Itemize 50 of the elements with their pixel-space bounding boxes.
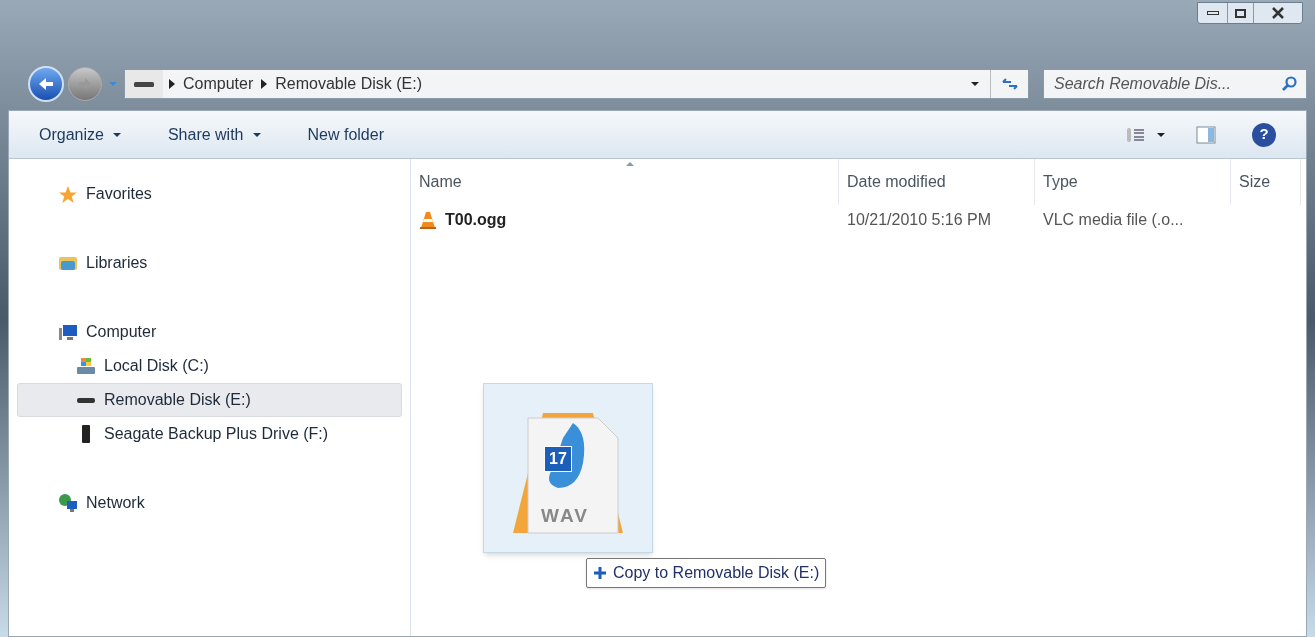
date-modified: 10/21/2010 5:16 PM (846, 210, 993, 230)
column-header[interactable]: Date modified (839, 159, 1035, 205)
column-header[interactable]: Size (1231, 159, 1301, 205)
drive-icon (133, 80, 155, 88)
navigation-item[interactable]: Local Disk (C:) (17, 349, 402, 383)
network-icon (59, 494, 77, 512)
navigation-item[interactable]: Favorites (17, 177, 402, 211)
traffic-cone-icon (419, 210, 437, 230)
toolbar-button[interactable]: Share with (167, 122, 262, 147)
navigation-item[interactable]: Network (17, 486, 402, 520)
address-dropdown-caret-icon[interactable] (970, 81, 980, 87)
back-button[interactable] (28, 66, 64, 102)
toolbar-button[interactable]: New folder (307, 122, 384, 147)
library-folder-icon (59, 256, 77, 270)
close-button[interactable] (1254, 3, 1302, 23)
maximize-button[interactable] (1228, 3, 1254, 23)
close-icon (1271, 7, 1285, 19)
toolbar-button[interactable]: Organize (39, 122, 122, 147)
navigation-item[interactable]: Seagate Backup Plus Drive (F:) (17, 417, 402, 451)
breadcrumb-item[interactable]: Computer (183, 72, 254, 96)
list-view-icon (1126, 126, 1146, 143)
minimize-button[interactable] (1198, 3, 1228, 23)
back-arrow-icon (37, 76, 55, 92)
computer-icon (59, 324, 77, 340)
address-bar[interactable]: Computer Removable Disk (E:) (124, 69, 1029, 99)
help-button[interactable]: ? (1252, 122, 1276, 147)
breadcrumb-item[interactable]: Removable Disk (E:) (275, 72, 422, 96)
external-drive-icon (82, 425, 90, 443)
copy-action-text: Copy to Removable Disk (E:) (613, 563, 820, 583)
local-disk-icon (77, 358, 95, 374)
file-name[interactable]: T00.ogg (445, 208, 507, 232)
star-icon (59, 185, 77, 203)
file-type: VLC media file (.o... (1042, 210, 1185, 230)
track-number-badge: 17 (544, 446, 572, 472)
breadcrumb-arrow-icon[interactable] (261, 79, 268, 89)
column-header[interactable]: Type (1035, 159, 1231, 205)
preview-pane-icon (1196, 125, 1216, 144)
search-field[interactable]: Search Removable Dis... (1043, 69, 1307, 99)
caret-icon (1156, 131, 1166, 138)
search-icon (1281, 76, 1297, 92)
column-header[interactable]: Name (411, 159, 839, 205)
navigation-item[interactable]: Removable Disk (E:) (17, 383, 402, 417)
drive-icon (77, 397, 95, 403)
navigation-item[interactable]: Computer (17, 315, 402, 349)
file-type-label: WAV (541, 504, 589, 528)
breadcrumb-arrow-icon[interactable] (169, 79, 175, 89)
view-options-button[interactable] (1126, 126, 1166, 143)
refresh-arrows-icon (1000, 77, 1019, 91)
navigation-item[interactable]: Libraries (17, 246, 402, 280)
plus-icon (593, 566, 607, 580)
